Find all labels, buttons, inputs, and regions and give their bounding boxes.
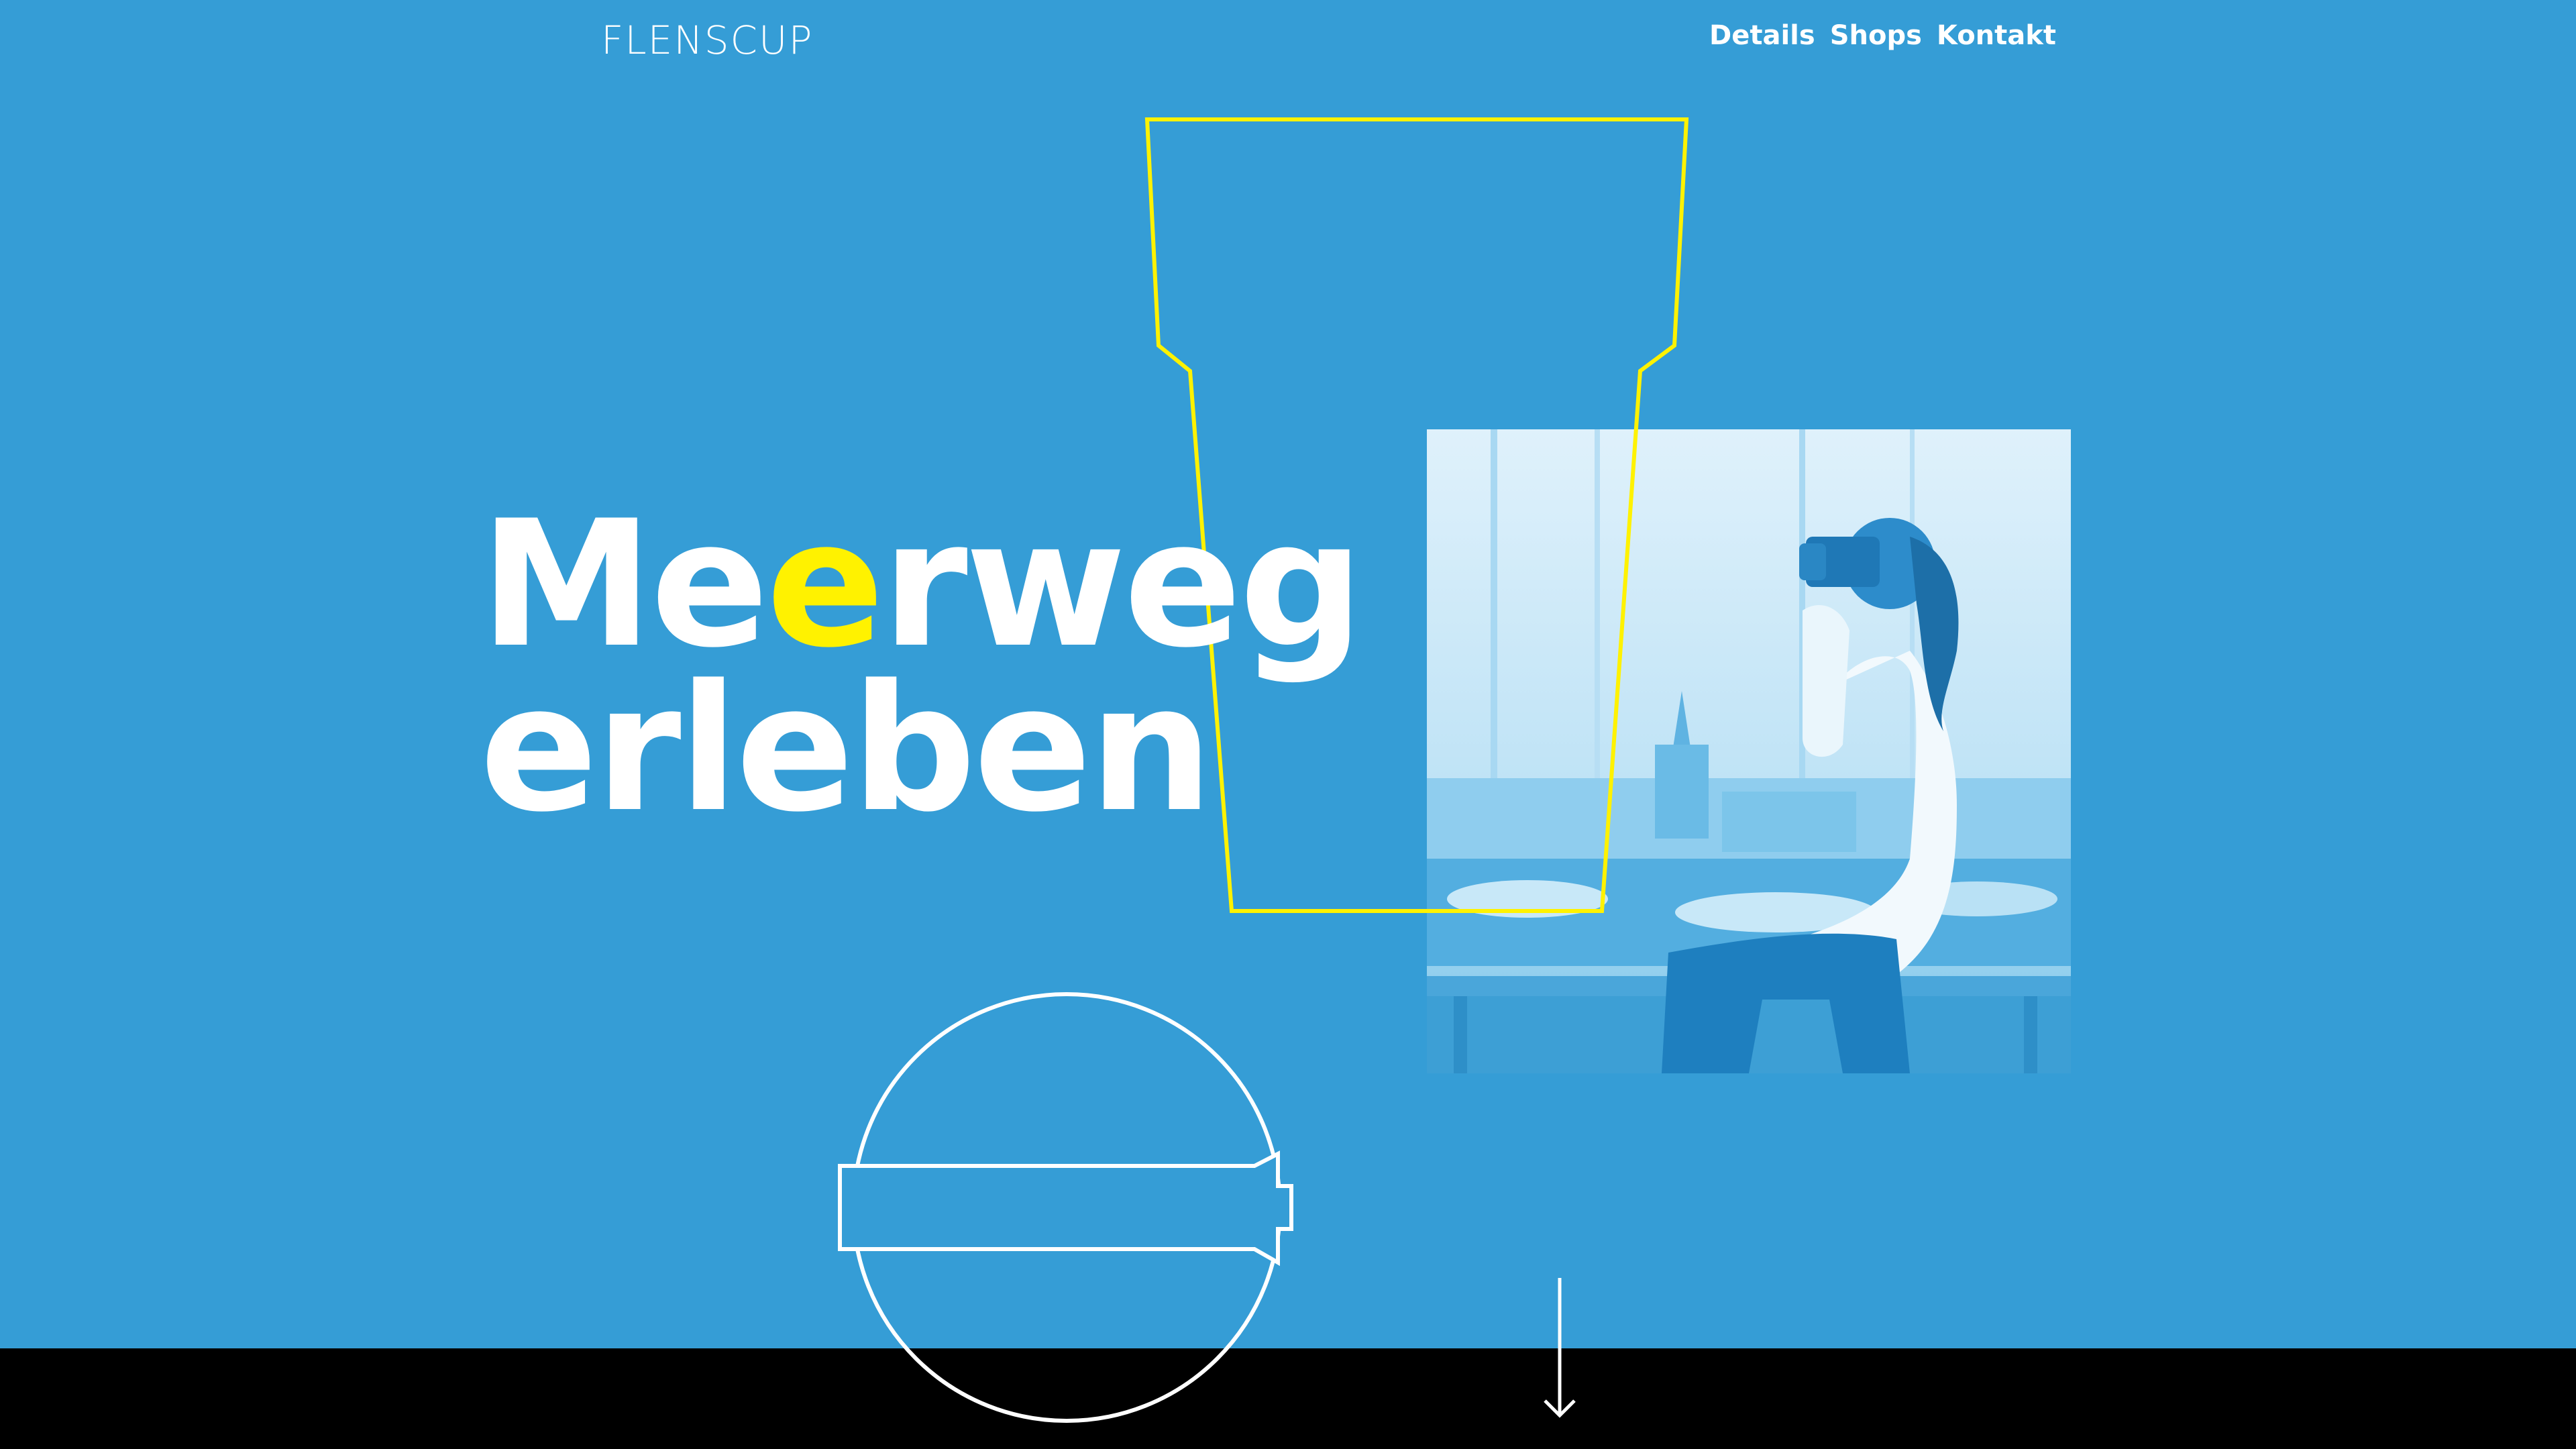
main-nav: Details Shops Kontakt — [1709, 20, 2056, 51]
hero-headline: Meerweg erleben — [480, 498, 1364, 837]
logo[interactable]: FLENSCUP — [601, 17, 813, 63]
nav-link-details[interactable]: Details — [1709, 20, 1815, 51]
nav-link-shops[interactable]: Shops — [1830, 20, 1922, 51]
nav-link-kontakt[interactable]: Kontakt — [1937, 20, 2056, 51]
footer-bar — [0, 1348, 2576, 1449]
arrow-down-icon[interactable] — [1540, 1278, 1580, 1422]
headline-line-2: erleben — [480, 648, 1214, 851]
hero-photo — [1427, 429, 2071, 1073]
